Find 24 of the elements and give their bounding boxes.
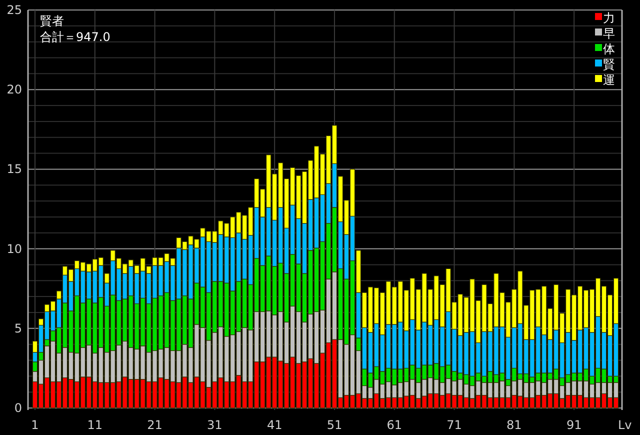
y-axis-label: 10 (6, 242, 22, 256)
x-axis-title: Lv (618, 418, 632, 432)
legend-label: 賢 (603, 58, 615, 72)
x-axis-label: 81 (506, 418, 522, 432)
y-axis-label: 0 (14, 401, 22, 415)
legend-label: 体 (603, 42, 615, 56)
y-axis-label: 15 (6, 162, 22, 176)
x-axis-label: 71 (446, 418, 462, 432)
x-axis-label: 91 (566, 418, 582, 432)
x-axis-label: 11 (87, 418, 103, 432)
x-axis-label: 21 (147, 418, 162, 432)
y-axis-label: 25 (6, 3, 22, 17)
x-axis-label: 31 (207, 418, 222, 432)
x-axis-label: 61 (386, 418, 402, 432)
y-axis-label: 5 (14, 321, 22, 336)
x-axis-label: 51 (326, 418, 342, 432)
x-axis-label: 1 (31, 418, 39, 432)
chart-title: 賢者 (40, 14, 64, 28)
y-axis-label: 20 (6, 82, 22, 97)
legend-label: 力 (603, 11, 615, 25)
total-label: 合計＝947.0 (40, 30, 110, 44)
x-axis-label: 41 (266, 418, 282, 432)
legend-label: 運 (603, 73, 615, 87)
legend-label: 早 (603, 26, 615, 40)
